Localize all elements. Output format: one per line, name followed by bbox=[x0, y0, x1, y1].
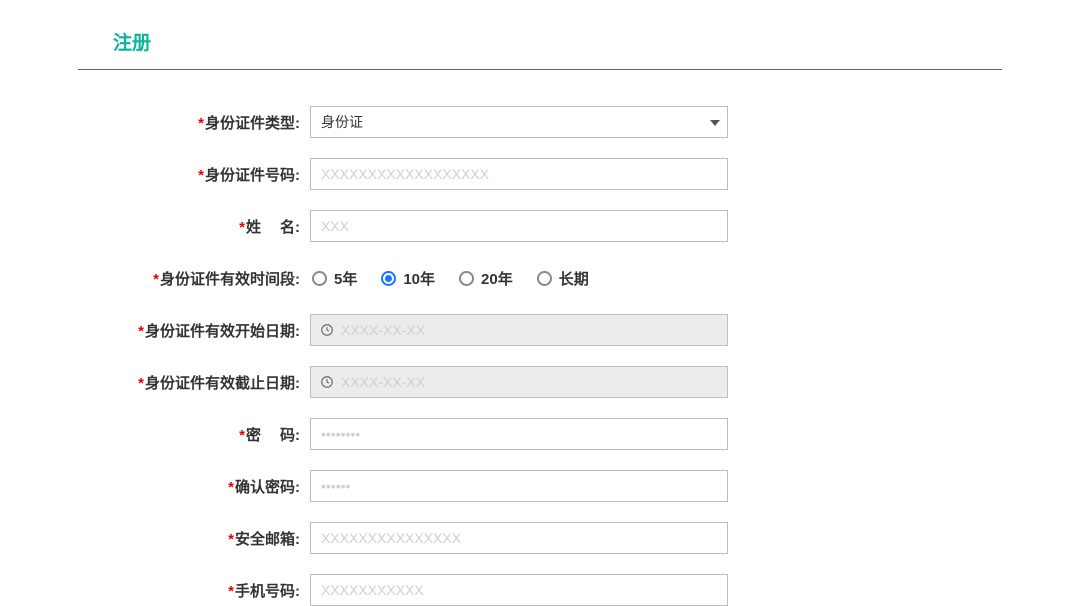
row-valid-end: *身份证件有效截止日期: bbox=[78, 366, 1002, 398]
required-mark: * bbox=[239, 219, 245, 236]
id-type-select[interactable]: 身份证 bbox=[310, 106, 728, 138]
valid-end-input[interactable] bbox=[310, 366, 728, 398]
id-number-input[interactable] bbox=[310, 158, 728, 190]
password-input[interactable] bbox=[310, 418, 728, 450]
required-mark: * bbox=[198, 167, 204, 184]
radio-10years[interactable]: 10年 bbox=[381, 268, 435, 289]
required-mark: * bbox=[228, 479, 234, 496]
label-valid-start: *身份证件有效开始日期: bbox=[78, 320, 310, 341]
label-id-type: *身份证件类型: bbox=[78, 112, 310, 133]
confirm-password-input[interactable] bbox=[310, 470, 728, 502]
email-input[interactable] bbox=[310, 522, 728, 554]
required-mark: * bbox=[153, 271, 159, 288]
required-mark: * bbox=[138, 375, 144, 392]
register-form: *身份证件类型: 身份证 *身份证件号码: bbox=[78, 70, 1002, 606]
row-valid-start: *身份证件有效开始日期: bbox=[78, 314, 1002, 346]
clock-icon bbox=[320, 323, 334, 337]
label-email: *安全邮箱: bbox=[78, 528, 310, 549]
required-mark: * bbox=[198, 115, 204, 132]
required-mark: * bbox=[138, 323, 144, 340]
label-password: *密码: bbox=[78, 424, 310, 445]
label-id-number: *身份证件号码: bbox=[78, 164, 310, 185]
row-id-type: *身份证件类型: 身份证 bbox=[78, 106, 1002, 138]
label-phone: *手机号码: bbox=[78, 580, 310, 601]
clock-icon bbox=[320, 375, 334, 389]
validity-radio-group: 5年 10年 20年 长期 bbox=[310, 262, 728, 294]
radio-circle-icon bbox=[312, 271, 327, 286]
phone-input[interactable] bbox=[310, 574, 728, 606]
row-phone: *手机号码: bbox=[78, 574, 1002, 606]
radio-circle-icon bbox=[537, 271, 552, 286]
label-name: *姓名: bbox=[78, 216, 310, 237]
valid-start-input[interactable] bbox=[310, 314, 728, 346]
required-mark: * bbox=[239, 427, 245, 444]
label-validity-period: *身份证件有效时间段: bbox=[78, 268, 310, 289]
row-id-number: *身份证件号码: bbox=[78, 158, 1002, 190]
radio-circle-icon bbox=[459, 271, 474, 286]
label-valid-end: *身份证件有效截止日期: bbox=[78, 372, 310, 393]
page-title: 注册 bbox=[78, 28, 1002, 69]
row-password: *密码: bbox=[78, 418, 1002, 450]
radio-circle-checked-icon bbox=[381, 271, 396, 286]
label-confirm-password: *确认密码: bbox=[78, 476, 310, 497]
name-input[interactable] bbox=[310, 210, 728, 242]
row-validity-period: *身份证件有效时间段: 5年 10年 20年 bbox=[78, 262, 1002, 294]
radio-5years[interactable]: 5年 bbox=[312, 268, 357, 289]
row-name: *姓名: bbox=[78, 210, 1002, 242]
required-mark: * bbox=[228, 583, 234, 600]
row-confirm-password: *确认密码: bbox=[78, 470, 1002, 502]
radio-20years[interactable]: 20年 bbox=[459, 268, 513, 289]
radio-longterm[interactable]: 长期 bbox=[537, 268, 589, 289]
required-mark: * bbox=[228, 531, 234, 548]
row-email: *安全邮箱: bbox=[78, 522, 1002, 554]
